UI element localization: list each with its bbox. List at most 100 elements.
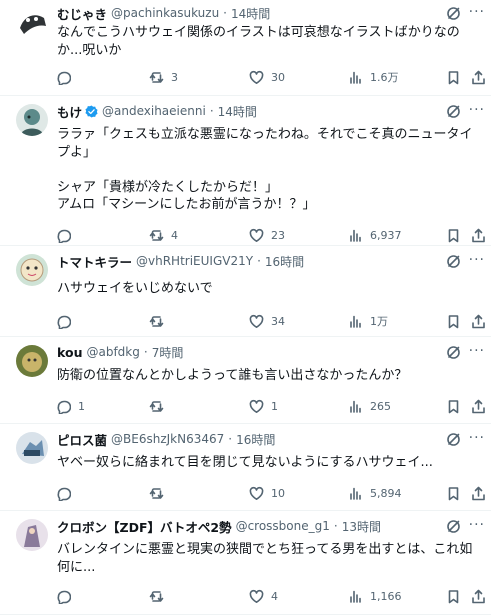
views-icon [350,315,361,328]
display-name[interactable]: もけ [57,102,82,121]
repost-button[interactable]: 3 [149,68,178,86]
view-count: 265 [370,399,391,413]
share-icon [472,70,485,84]
bookmark-button[interactable] [446,484,461,502]
post-text: なんでこうハサウェイ関係のイラストは可哀想なイラストばかりなのか...呪いか [57,25,460,58]
post-time[interactable]: 16時間 [265,253,304,270]
bookmark-icon [448,70,459,84]
avatar[interactable] [16,345,48,377]
post-header: もけ @andexihaeienni · 14時間 [57,102,475,120]
view-count: 6,937 [370,228,402,242]
grok-icon[interactable] [446,254,461,269]
views-button[interactable]: 5,894 [348,484,402,502]
heart-icon [249,228,264,242]
repost-button[interactable] [149,312,171,330]
like-button[interactable]: 23 [249,226,285,244]
reply-post[interactable]: ピロス菌 @BE6shzJkN63467 · 16時間 ··· ヤベー奴らに絡まれて目を閉… [0,424,491,511]
grok-icon[interactable] [446,432,461,447]
user-handle[interactable]: @vhRHtriEUIGV21Y [136,254,253,268]
display-name[interactable]: トマトキラー [57,252,132,271]
post-time[interactable]: 7時間 [152,344,184,361]
more-icon[interactable]: ··· [469,343,485,359]
bookmark-icon [448,589,459,603]
bookmark-button[interactable] [446,397,461,415]
view-count: 1,166 [370,589,402,603]
views-button[interactable]: 1.6万 [348,68,399,86]
like-button[interactable]: 4 [249,587,278,605]
reply-button[interactable] [56,484,78,502]
post-time[interactable]: 13時間 [342,518,381,535]
reply-button[interactable] [56,226,78,244]
avatar[interactable] [16,432,48,464]
views-button[interactable]: 1,166 [348,587,402,605]
user-handle[interactable]: @pachinkasukuzu [111,6,219,20]
avatar[interactable] [16,104,48,136]
like-count: 34 [271,314,285,328]
views-button[interactable]: 265 [348,397,391,415]
grok-icon[interactable] [446,519,461,534]
share-icon [472,314,485,328]
avatar[interactable] [16,519,48,551]
reply-post[interactable]: むじゃき @pachinkasukuzu · 14時間 ··· なんでこうハサウェイ関係の… [0,0,491,96]
share-button[interactable] [471,484,486,502]
post-time[interactable]: 16時間 [236,431,275,448]
bookmark-button[interactable] [446,312,461,330]
bookmark-button[interactable] [446,68,461,86]
grok-glyph [447,346,460,359]
reply-button[interactable] [56,68,78,86]
post-time[interactable]: 14時間 [218,103,257,120]
display-name[interactable]: ピロス菌 [57,430,107,449]
reply-button[interactable]: 1 [56,397,85,415]
display-name[interactable]: クロボン【ZDF】バトオペ2勢 [57,517,232,536]
user-handle[interactable]: @crossbone_g1 [236,519,330,533]
reply-button[interactable] [56,587,78,605]
repost-button[interactable] [149,587,171,605]
repost-icon [149,229,164,241]
grok-icon[interactable] [446,6,461,21]
repost-button[interactable]: 4 [149,226,178,244]
post-header: トマトキラー @vhRHtriEUIGV21Y · 16時間 [57,252,475,270]
views-icon [350,229,361,242]
reply-icon [57,487,71,501]
user-handle[interactable]: @andexihaeienni [102,104,206,118]
reply-post[interactable]: クロボン【ZDF】バトオペ2勢 @crossbone_g1 · 13時間 ··· バレンタ… [0,511,491,615]
share-button[interactable] [471,312,486,330]
more-icon[interactable]: ··· [469,517,485,533]
reply-post[interactable]: kou @abfdkg · 7時間 ··· 防衛の位置なんとかしようって誰も言い出さなかっ… [0,337,491,424]
like-button[interactable]: 34 [249,312,285,330]
avatar[interactable] [16,6,48,38]
user-handle[interactable]: @abfdkg [86,345,139,359]
share-button[interactable] [471,68,486,86]
like-button[interactable]: 1 [249,397,278,415]
repost-button[interactable] [149,484,171,502]
share-button[interactable] [471,587,486,605]
share-button[interactable] [471,397,486,415]
bookmark-button[interactable] [446,226,461,244]
grok-glyph [447,433,460,446]
reply-post[interactable]: トマトキラー @vhRHtriEUIGV21Y · 16時間 ··· ハサウェイをいじめな… [0,246,491,337]
grok-icon[interactable] [446,104,461,119]
display-name[interactable]: kou [57,345,82,360]
like-count: 1 [271,399,278,413]
avatar[interactable] [16,254,48,286]
more-icon[interactable]: ··· [469,430,485,446]
user-handle[interactable]: @BE6shzJkN63467 [111,432,224,446]
post-time[interactable]: 14時間 [231,5,270,22]
share-icon [472,589,485,603]
views-button[interactable]: 6,937 [348,226,402,244]
share-button[interactable] [471,226,486,244]
repost-button[interactable] [149,397,171,415]
more-icon[interactable]: ··· [469,4,485,20]
reply-button[interactable] [56,312,78,330]
display-name[interactable]: むじゃき [57,4,107,23]
bookmark-button[interactable] [446,587,461,605]
grok-icon[interactable] [446,345,461,360]
like-count: 23 [271,228,285,242]
like-button[interactable]: 10 [249,484,285,502]
more-icon[interactable]: ··· [469,102,485,118]
reply-post[interactable]: もけ @andexihaeienni · 14時間 ··· ララァ「クェスも立派な悪霊にな… [0,96,491,246]
views-button[interactable]: 1万 [348,312,388,330]
action-bar: 3 30 1.6万 [50,68,485,86]
like-button[interactable]: 30 [249,68,285,86]
more-icon[interactable]: ··· [469,252,485,268]
